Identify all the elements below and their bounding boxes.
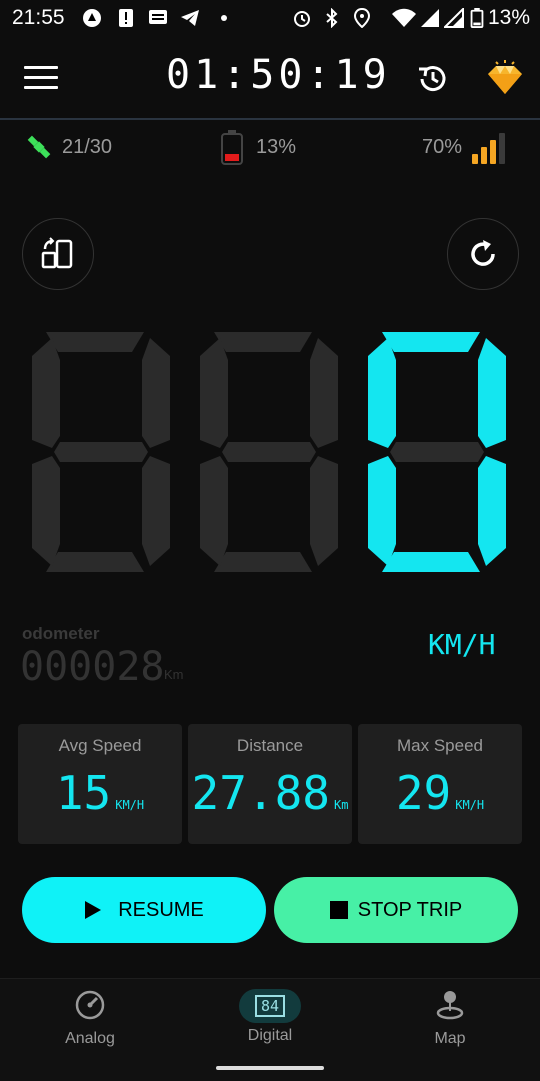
digit-segment xyxy=(382,332,480,352)
battery-percent: 13% xyxy=(256,136,297,158)
speed-display: 0 0 0 xyxy=(22,326,512,578)
digit-segment xyxy=(368,338,396,448)
speed-digit: 0 xyxy=(368,332,506,572)
battery-low-icon xyxy=(221,130,243,165)
trip-clock: 01:50:19 xyxy=(166,52,391,98)
resume-label: RESUME xyxy=(118,898,204,921)
digit-segment xyxy=(222,442,316,462)
notification-alert-icon xyxy=(119,9,133,27)
digit-segment xyxy=(382,552,480,572)
diamond-icon[interactable] xyxy=(484,58,526,98)
nav-item-analog[interactable]: Analog xyxy=(0,989,180,1048)
screen-rotate-icon xyxy=(41,237,73,269)
digit-segment xyxy=(142,338,170,448)
digit-segment xyxy=(54,442,148,462)
bluetooth-icon xyxy=(326,8,338,28)
play-icon xyxy=(85,901,102,919)
card-title: Distance xyxy=(236,736,304,755)
card-value: 15 KM/H xyxy=(55,766,145,820)
digit-segment xyxy=(390,442,484,462)
card-value: 29 KM/H xyxy=(395,766,485,820)
digit-segment xyxy=(46,332,144,352)
map-pin-icon xyxy=(436,991,464,1020)
digit-segment xyxy=(478,456,506,566)
digit-segment xyxy=(200,456,228,566)
alarm-icon xyxy=(294,11,310,27)
dot-icon xyxy=(221,15,227,21)
app-bar: 01:50:19 xyxy=(0,38,540,120)
nav-label: Digital xyxy=(247,1027,293,1044)
signal-icon xyxy=(444,8,464,28)
nav-item-digital[interactable]: 84 Digital xyxy=(180,989,360,1045)
digit-segment xyxy=(200,338,228,448)
digit-segment xyxy=(46,552,144,572)
nav-label: Analog xyxy=(65,1030,115,1047)
max-speed-card: Max Speed 29 KM/H xyxy=(358,724,522,844)
message-icon xyxy=(149,10,167,24)
speed-digit: 0 xyxy=(200,332,338,572)
digital-84-icon: 84 xyxy=(239,989,301,1023)
avg-speed-card: Avg Speed 15 KM/H xyxy=(18,724,182,844)
resume-button[interactable]: RESUME xyxy=(22,877,266,943)
history-icon[interactable] xyxy=(416,62,450,96)
digit-segment xyxy=(310,456,338,566)
stop-icon xyxy=(329,901,348,919)
odometer-label: odometer xyxy=(22,624,100,643)
stop-trip-label: STOP TRIP xyxy=(357,898,463,921)
satellite-icon xyxy=(27,135,51,159)
signal-strength-icon xyxy=(472,133,505,164)
digit-segment xyxy=(142,456,170,566)
gauge-icon xyxy=(75,990,105,1020)
card-title: Max Speed xyxy=(397,736,483,755)
refresh-icon xyxy=(471,240,495,266)
location-icon xyxy=(353,8,371,28)
vpn-icon xyxy=(83,9,101,27)
speed-digit: 0 xyxy=(32,332,170,572)
wifi-icon xyxy=(392,8,416,27)
digit-segment xyxy=(368,456,396,566)
digital-icon-text: 84 xyxy=(254,995,286,1017)
card-value: 27.88 Km xyxy=(191,766,349,820)
digit-segment xyxy=(32,456,60,566)
reset-button[interactable] xyxy=(447,218,519,290)
digit-segment xyxy=(214,332,312,352)
nav-item-map[interactable]: Map xyxy=(360,989,540,1048)
digit-segment xyxy=(32,338,60,448)
status-bar: 21:55 13% xyxy=(0,0,540,38)
digit-segment xyxy=(478,338,506,448)
menu-icon[interactable] xyxy=(24,66,58,92)
digit-segment xyxy=(310,338,338,448)
status-time: 21:55 xyxy=(12,6,65,29)
speed-unit-toggle[interactable]: KM/H xyxy=(428,628,495,661)
odometer-unit: Km xyxy=(164,667,184,682)
digit-segment xyxy=(214,552,312,572)
battery-icon xyxy=(470,8,484,28)
nav-label: Map xyxy=(434,1030,466,1047)
rotate-screen-button[interactable] xyxy=(22,218,94,290)
distance-card: Distance 27.88 Km xyxy=(188,724,352,844)
home-indicator[interactable] xyxy=(216,1066,324,1070)
status-battery-text: 13% xyxy=(488,6,531,29)
telegram-icon xyxy=(181,10,199,26)
satellite-count: 21/30 xyxy=(62,136,113,158)
card-title: Avg Speed xyxy=(58,736,142,755)
signal-icon xyxy=(421,9,439,27)
stop-trip-button[interactable]: STOP TRIP xyxy=(274,877,518,943)
gps-signal-percent: 70% xyxy=(422,136,463,158)
odometer-value: 000028 xyxy=(20,644,165,690)
